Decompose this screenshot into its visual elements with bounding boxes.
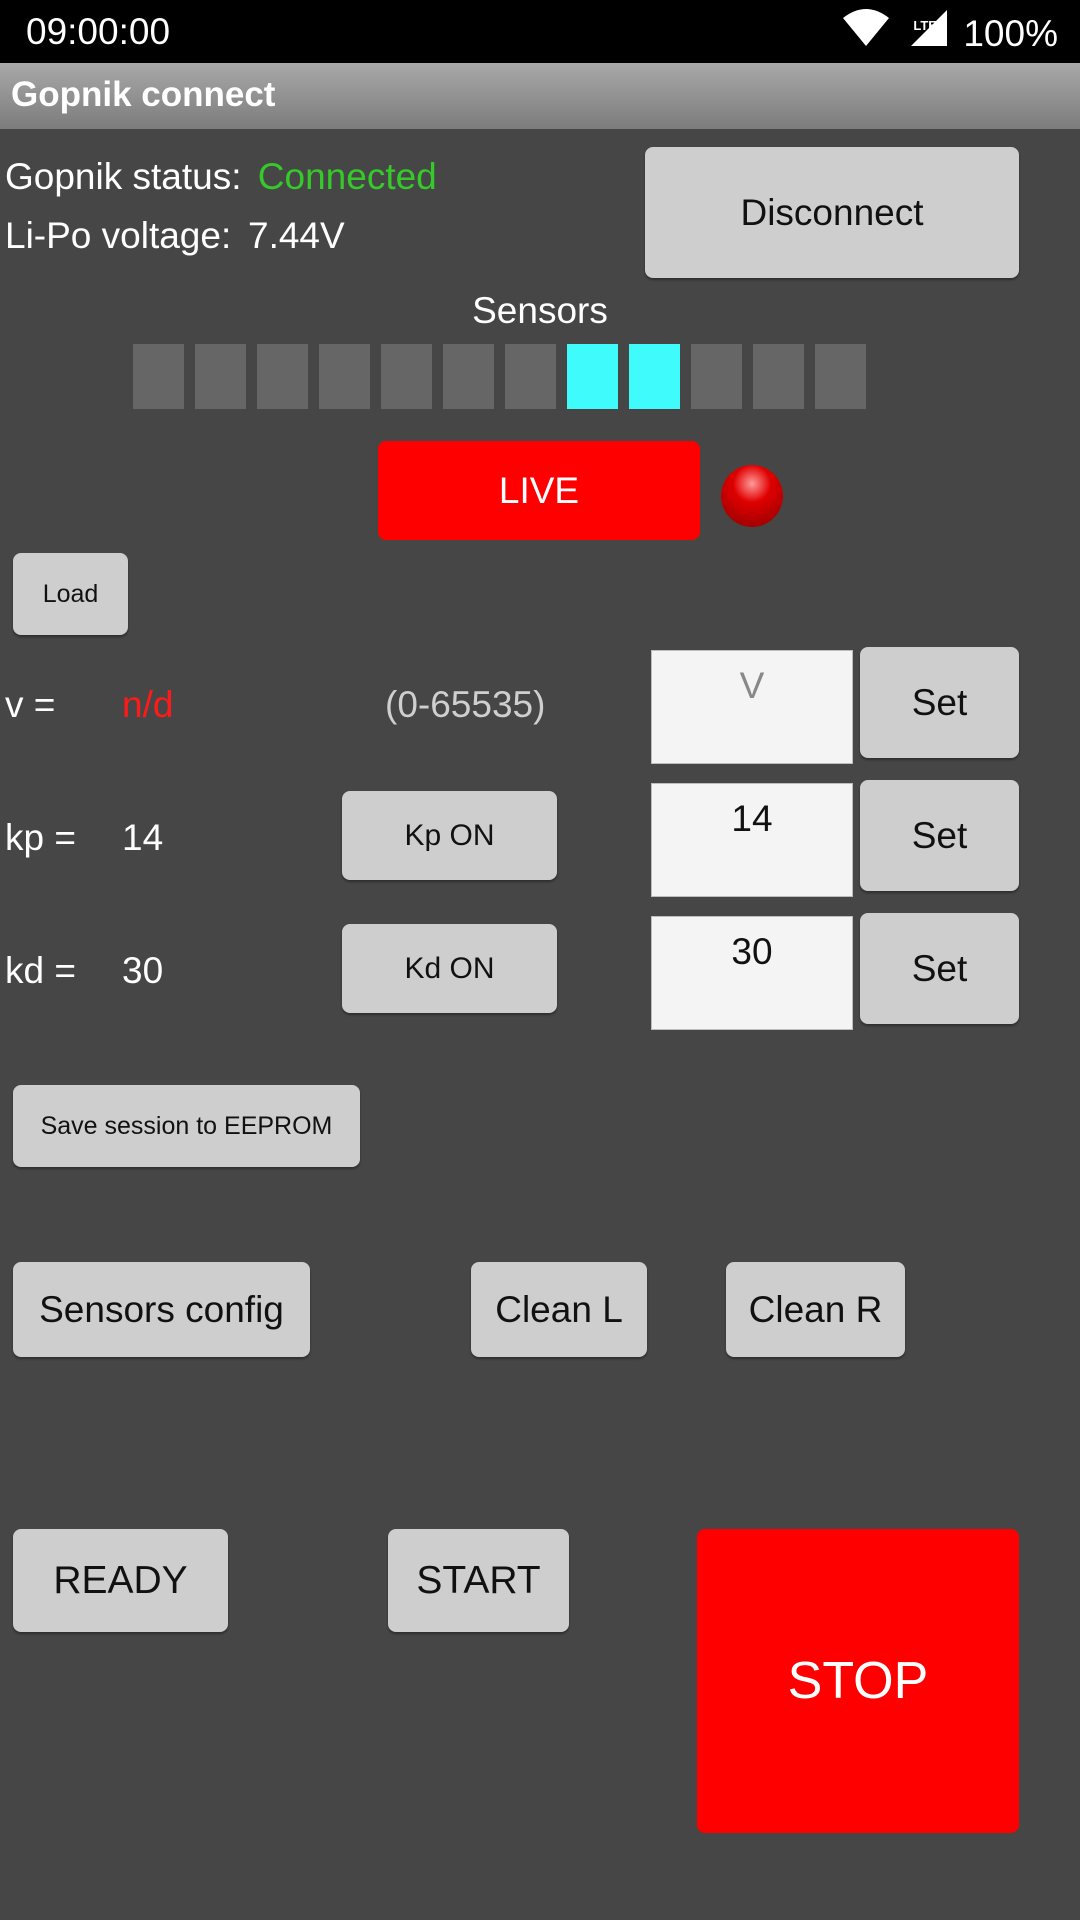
kd-value: 30	[122, 950, 164, 991]
lipo-voltage-label: Li-Po voltage:	[5, 215, 232, 256]
lipo-voltage-value: 7.44V	[248, 215, 345, 256]
save-eeprom-button[interactable]: Save session to EEPROM	[13, 1085, 360, 1167]
status-time: 09:00:00	[26, 11, 171, 52]
v-range: (0-65535)	[385, 684, 546, 725]
clean-r-button[interactable]: Clean R	[726, 1262, 905, 1357]
v-input[interactable]: V	[651, 650, 853, 764]
set-kp-button[interactable]: Set	[860, 780, 1019, 891]
gopnik-status: Gopnik status: Connected	[5, 155, 437, 199]
status-value: Connected	[257, 156, 437, 197]
status-label: Gopnik status:	[5, 156, 242, 197]
app-title: Gopnik connect	[11, 75, 276, 114]
set-v-button[interactable]: Set	[860, 647, 1019, 758]
battery-text: 100%	[963, 13, 1058, 54]
sensor-indicator-6	[443, 344, 494, 409]
sensors-config-button[interactable]: Sensors config	[13, 1262, 310, 1357]
sensor-indicator-1	[133, 344, 184, 409]
kp-toggle-button[interactable]: Kp ON	[342, 791, 557, 880]
live-indicator-icon	[721, 465, 783, 527]
load-button[interactable]: Load	[13, 553, 128, 635]
sensor-indicator-5	[381, 344, 432, 409]
sensor-indicator-9	[629, 344, 680, 409]
live-button[interactable]: LIVE	[378, 441, 700, 540]
kd-toggle-button[interactable]: Kd ON	[342, 924, 557, 1013]
v-label: v =	[5, 684, 56, 725]
start-button[interactable]: START	[388, 1529, 569, 1632]
sensor-indicator-3	[257, 344, 308, 409]
set-kd-button[interactable]: Set	[860, 913, 1019, 1024]
status-right: LTE 100%	[841, 8, 1058, 59]
clean-l-button[interactable]: Clean L	[471, 1262, 647, 1357]
status-bar: 09:00:00 LTE 100%	[0, 0, 1080, 63]
app-bar: Gopnik connect	[0, 63, 1080, 129]
sensor-indicator-4	[319, 344, 370, 409]
network-type: LTE	[913, 18, 937, 33]
kp-input[interactable]: 14	[651, 783, 853, 897]
signal-icon: LTE	[905, 8, 949, 59]
sensor-indicator-11	[753, 344, 804, 409]
kp-label: kp =	[5, 817, 76, 858]
sensor-indicator-12	[815, 344, 866, 409]
sensors-title: Sensors	[472, 290, 608, 331]
kd-input[interactable]: 30	[651, 916, 853, 1030]
v-value: n/d	[122, 684, 174, 725]
disconnect-button[interactable]: Disconnect	[645, 147, 1019, 278]
stop-button[interactable]: STOP	[697, 1529, 1019, 1833]
kp-value: 14	[122, 817, 164, 858]
sensor-indicator-10	[691, 344, 742, 409]
ready-button[interactable]: READY	[13, 1529, 228, 1632]
sensor-indicator-7	[505, 344, 556, 409]
sensor-indicator-8	[567, 344, 618, 409]
sensor-indicator-2	[195, 344, 246, 409]
wifi-icon	[841, 8, 891, 59]
kd-label: kd =	[5, 950, 76, 991]
